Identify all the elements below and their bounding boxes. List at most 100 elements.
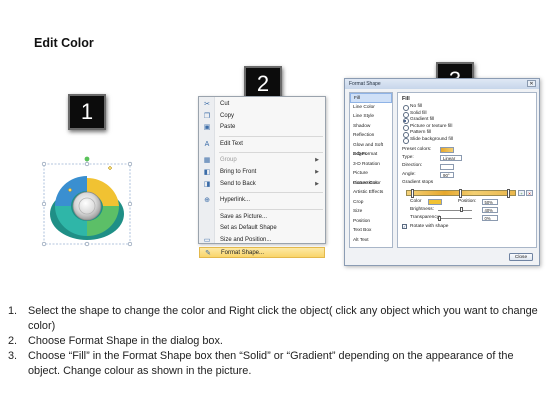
submenu-arrow-icon: ▶	[315, 157, 319, 164]
add-stop-icon[interactable]: +	[518, 189, 525, 196]
category-line-style[interactable]: Line Style	[350, 112, 392, 122]
category-size[interactable]: Size	[350, 207, 392, 217]
category-crop[interactable]: Crop	[350, 198, 392, 208]
transparency-label: Transparency:	[410, 215, 441, 221]
category-reflection[interactable]: Reflection	[350, 131, 392, 141]
submenu-arrow-icon: ▶	[315, 168, 319, 175]
instruction-number: 2.	[8, 335, 18, 347]
fill-option-pattern-fill[interactable]: Pattern fill	[402, 130, 532, 138]
rotate-row: ✓ Rotate with shape	[402, 223, 532, 231]
category-glow-and-soft-edges[interactable]: Glow and Soft Edges	[350, 141, 392, 158]
position-input[interactable]: 50%	[482, 198, 498, 205]
selected-circle-shape[interactable]	[40, 156, 136, 250]
preset-colors-dropdown[interactable]	[440, 146, 454, 153]
gradient-stops-row: + ✕	[402, 188, 533, 198]
send-back-icon: ◨	[203, 180, 211, 188]
instruction-item: 3. Choose “Fill” in the Format Shape box …	[8, 349, 548, 379]
menu-item-format-shape[interactable]: ✎ Format Shape...	[199, 246, 325, 259]
instruction-item: 1. Select the shape to change the color a…	[8, 304, 548, 334]
fill-option-slide-background-fill[interactable]: Slide background fill	[402, 137, 532, 144]
category-picture-corrections[interactable]: Picture Corrections	[350, 169, 392, 186]
brightness-knob[interactable]	[459, 207, 463, 213]
remove-stop-icon[interactable]: ✕	[526, 189, 533, 196]
color-label: Color	[410, 198, 422, 204]
fill-option-gradient-fill[interactable]: Gradient fill	[402, 117, 532, 125]
direction-label: Direction:	[402, 163, 423, 169]
menu-item-label: Group	[220, 157, 237, 164]
menu-item-label: Format Shape...	[221, 249, 265, 256]
submenu-arrow-icon: ▶	[315, 180, 319, 187]
brightness-label: Brightness:	[410, 206, 434, 212]
type-label: Type:	[402, 154, 414, 160]
gradient-stops-bar[interactable]	[406, 188, 516, 198]
direction-row: Direction:	[402, 162, 532, 170]
menu-item-send-to-back[interactable]: ◨ Send to Back ▶	[199, 179, 325, 191]
angle-input[interactable]: 90°	[440, 171, 454, 178]
dialog-title: Format Shape	[345, 79, 539, 89]
transparency-row: Transparency: 0%	[402, 214, 532, 222]
menu-item-label: Bring to Front	[220, 168, 257, 175]
menu-item-label: Copy	[220, 112, 235, 119]
type-select[interactable]: Linear	[440, 155, 462, 162]
close-icon[interactable]: ✕	[527, 80, 536, 87]
transparency-slider[interactable]	[438, 215, 472, 221]
rotate-with-shape-label: Rotate with shape	[410, 223, 449, 229]
category-alt-text[interactable]: Alt Text	[350, 236, 392, 246]
brightness-slider[interactable]	[438, 207, 472, 213]
menu-item-label: Edit Text	[220, 140, 243, 147]
position-label: Position:	[458, 198, 477, 204]
fill-option-no-fill[interactable]: No fill	[402, 104, 532, 111]
center-knob	[72, 191, 102, 221]
menu-item-size-and-position[interactable]: ▭ Size and Position...	[199, 235, 325, 247]
menu-item-cut[interactable]: ✂ Cut	[199, 99, 325, 111]
instruction-text: Choose “Fill” in the Format Shape box th…	[28, 350, 514, 377]
hyperlink-icon: ⊕	[204, 197, 210, 205]
close-button[interactable]: Close	[509, 253, 533, 261]
menu-item-label: Save as Picture...	[220, 213, 268, 220]
preset-colors-label: Preset colors:	[402, 146, 432, 152]
direction-dropdown[interactable]	[440, 163, 454, 170]
instructions-list: 1. Select the shape to change the color a…	[8, 304, 548, 379]
type-row: Type: Linear	[402, 154, 532, 162]
brightness-input[interactable]: 40%	[482, 207, 498, 214]
paste-icon: ▣	[203, 124, 211, 132]
menu-item-group[interactable]: ▦ Group ▶	[199, 155, 325, 167]
transparency-input[interactable]: 0%	[482, 215, 498, 222]
menu-item-label: Cut	[220, 101, 230, 107]
angle-label: Angle:	[402, 171, 416, 177]
category-position[interactable]: Position	[350, 217, 392, 227]
menu-item-paste[interactable]: ▣ Paste	[199, 122, 325, 134]
bring-front-icon: ◧	[203, 168, 211, 176]
category-3-d-format[interactable]: 3-D Format	[350, 150, 392, 160]
fill-panel: Fill No fill Solid fill Gradient fill Pictu…	[397, 92, 537, 248]
category-shadow[interactable]: Shadow	[350, 122, 392, 132]
menu-item-copy[interactable]: ❐ Copy	[199, 111, 325, 123]
category-line-color[interactable]: Line Color	[350, 103, 392, 113]
menu-item-label: Set as Default Shape	[220, 225, 277, 232]
menu-item-bring-to-front[interactable]: ◧ Bring to Front ▶	[199, 167, 325, 179]
fill-heading: Fill	[402, 96, 410, 102]
gradient-stops-label-row: Gradient stops	[402, 179, 532, 187]
menu-item-set-as-default-shape[interactable]: Set as Default Shape	[199, 223, 325, 235]
category-3-d-rotation[interactable]: 3-D Rotation	[350, 160, 392, 170]
size-icon: ▭	[203, 236, 211, 244]
instruction-text: Choose Format Shape in the dialog box.	[28, 335, 223, 347]
menu-item-edit-text[interactable]: A Edit Text	[199, 139, 325, 151]
category-text-box[interactable]: Text Box	[350, 226, 392, 236]
brightness-row: Brightness: 40%	[402, 206, 532, 214]
menu-separator	[219, 152, 323, 154]
gradient-stops-label: Gradient stops	[402, 180, 434, 186]
category-picture-color[interactable]: Picture Color	[350, 179, 392, 189]
instruction-number: 1.	[8, 305, 18, 317]
scissors-icon: ✂	[204, 101, 210, 108]
rotate-with-shape-checkbox[interactable]: ✓	[402, 224, 407, 229]
transparency-knob[interactable]	[438, 215, 441, 221]
menu-item-label: Send to Back	[220, 180, 256, 187]
menu-item-label: Paste	[220, 124, 236, 131]
stop-color-picker[interactable]	[428, 198, 442, 205]
menu-item-hyperlink[interactable]: ⊕ Hyperlink...	[199, 195, 325, 207]
menu-item-save-as-picture[interactable]: Save as Picture...	[199, 212, 325, 224]
category-fill[interactable]: Fill	[350, 93, 392, 103]
rotate-handle[interactable]	[84, 156, 90, 162]
category-artistic-effects[interactable]: Artistic Effects	[350, 188, 392, 198]
